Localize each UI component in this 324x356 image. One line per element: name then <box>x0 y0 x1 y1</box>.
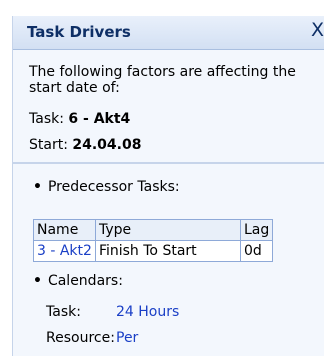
start-value: 24.04.08 <box>72 137 142 153</box>
pane-title: Task Drivers <box>27 23 131 41</box>
predecessor-name-link[interactable]: 3 - Akt2 <box>33 240 96 262</box>
start-line: Start: 24.04.08 <box>29 137 141 153</box>
task-calendar-label: Task: <box>46 304 81 320</box>
task-value: 6 - Akt4 <box>68 111 131 127</box>
task-drivers-pane: Task Drivers X The following factors are… <box>12 16 324 356</box>
table-header-row: Name Type Lag <box>33 219 274 241</box>
resource-calendar-row: Resource:Per <box>46 330 138 346</box>
task-calendar-link[interactable]: 24 Hours <box>116 304 179 320</box>
section-divider <box>13 162 324 164</box>
column-header-type: Type <box>94 219 241 241</box>
resource-calendar-link[interactable]: Per <box>116 330 138 346</box>
start-label: Start: <box>29 137 68 153</box>
task-line: Task: 6 - Akt4 <box>29 111 130 127</box>
calendars-heading: • Calendars: <box>33 273 123 289</box>
pane-header: Task Drivers X <box>13 16 324 50</box>
dependency-type: Finish To Start <box>94 240 241 262</box>
close-icon[interactable]: X <box>311 19 324 41</box>
table-row: 3 - Akt2 Finish To Start 0d <box>33 240 274 262</box>
predecessor-heading: • Predecessor Tasks: <box>33 179 180 195</box>
lag-value: 0d <box>239 240 274 262</box>
bullet-icon: • <box>33 273 42 289</box>
intro-text: The following factors are affecting the … <box>29 64 296 96</box>
predecessor-table: Name Type Lag 3 - Akt2 Finish To Start 0… <box>33 219 274 262</box>
task-calendar-row: Task: 24 Hours <box>46 304 179 320</box>
bullet-icon: • <box>33 179 42 195</box>
task-label: Task: <box>29 111 64 127</box>
resource-calendar-label: Resource: <box>46 330 115 346</box>
column-header-lag: Lag <box>239 219 274 241</box>
column-header-name: Name <box>33 219 96 241</box>
